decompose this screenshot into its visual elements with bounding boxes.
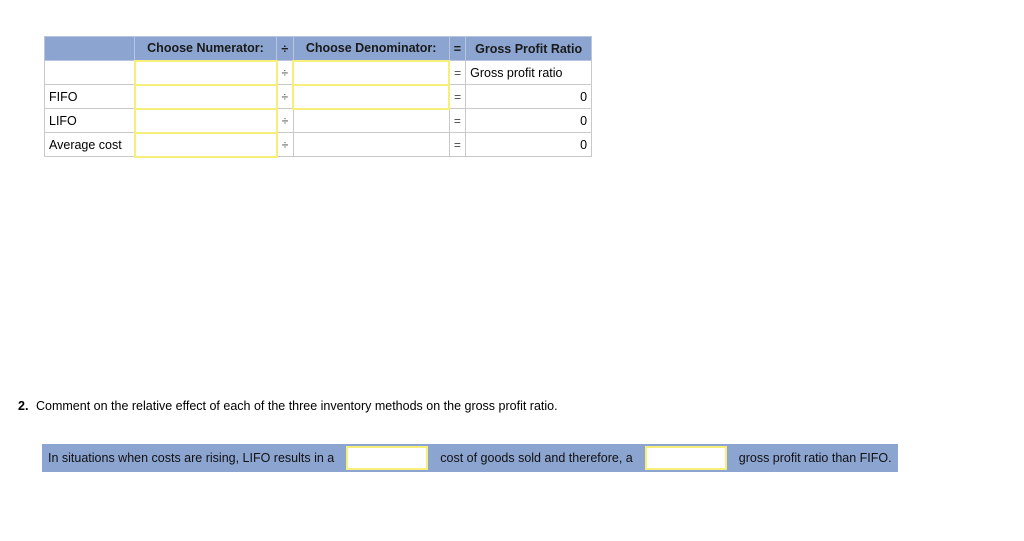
table-row: LIFO ÷ = 0 [44,107,593,134]
header-choose-numerator: Choose Numerator: [134,36,277,61]
question-text: Comment on the relative effect of each o… [36,399,558,413]
row-label: FIFO [44,84,135,109]
answer-segment-1: In situations when costs are rising, LIF… [42,444,341,472]
answer-blank-1-wrapper [340,444,435,472]
result-value: 0 [465,132,593,157]
row-label [44,60,135,85]
numerator-input[interactable] [133,59,278,86]
question-number: 2. [18,399,29,413]
result-value: 0 [465,108,593,133]
numerator-input[interactable] [133,107,278,134]
header-choose-denominator: Choose Denominator: [292,36,450,61]
table-header-row: Choose Numerator: ÷ Choose Denominator: … [44,36,593,61]
equals-operator: = [448,60,467,85]
header-row-label [44,36,135,61]
equals-operator: = [448,132,467,157]
result-value: 0 [465,84,593,109]
row-label: LIFO [44,108,135,133]
answer-segment-3: gross profit ratio than FIFO. [732,444,898,472]
header-divide-operator: ÷ [276,36,294,61]
header-gross-profit-ratio: Gross Profit Ratio [465,36,593,61]
divide-operator: ÷ [276,132,294,157]
equals-operator: = [448,84,467,109]
table-row: Average cost ÷ = 0 [44,131,593,158]
equals-operator: = [448,108,467,133]
answer-segment-2: cost of goods sold and therefore, a [434,444,639,472]
gross-profit-ratio-table-container: Choose Numerator: ÷ Choose Denominator: … [44,36,593,158]
numerator-input[interactable] [133,83,278,110]
header-equals-operator: = [448,36,467,61]
answer-blank-1[interactable] [346,446,429,470]
table-row: FIFO ÷ = 0 [44,83,593,110]
denominator-input[interactable] [292,59,451,86]
gross-profit-ratio-table: Choose Numerator: ÷ Choose Denominator: … [44,36,593,158]
numerator-input[interactable] [133,131,278,158]
denominator-input[interactable] [292,132,450,157]
table-header: Choose Numerator: ÷ Choose Denominator: … [44,36,593,61]
divide-operator: ÷ [276,60,294,85]
row-label: Average cost [44,132,135,157]
divide-operator: ÷ [276,108,294,133]
answer-sentence-bar: In situations when costs are rising, LIF… [42,444,898,472]
denominator-input[interactable] [292,108,450,133]
question-2: 2. Comment on the relative effect of eac… [18,399,558,413]
result-value: Gross profit ratio [465,60,593,85]
denominator-input[interactable] [292,83,451,110]
table-row: ÷ = Gross profit ratio [44,59,593,86]
answer-blank-2-wrapper [638,444,733,472]
divide-operator: ÷ [276,84,294,109]
answer-blank-2[interactable] [644,446,727,470]
table-body: ÷ = Gross profit ratio FIFO ÷ = 0 LIFO ÷ [44,59,593,158]
